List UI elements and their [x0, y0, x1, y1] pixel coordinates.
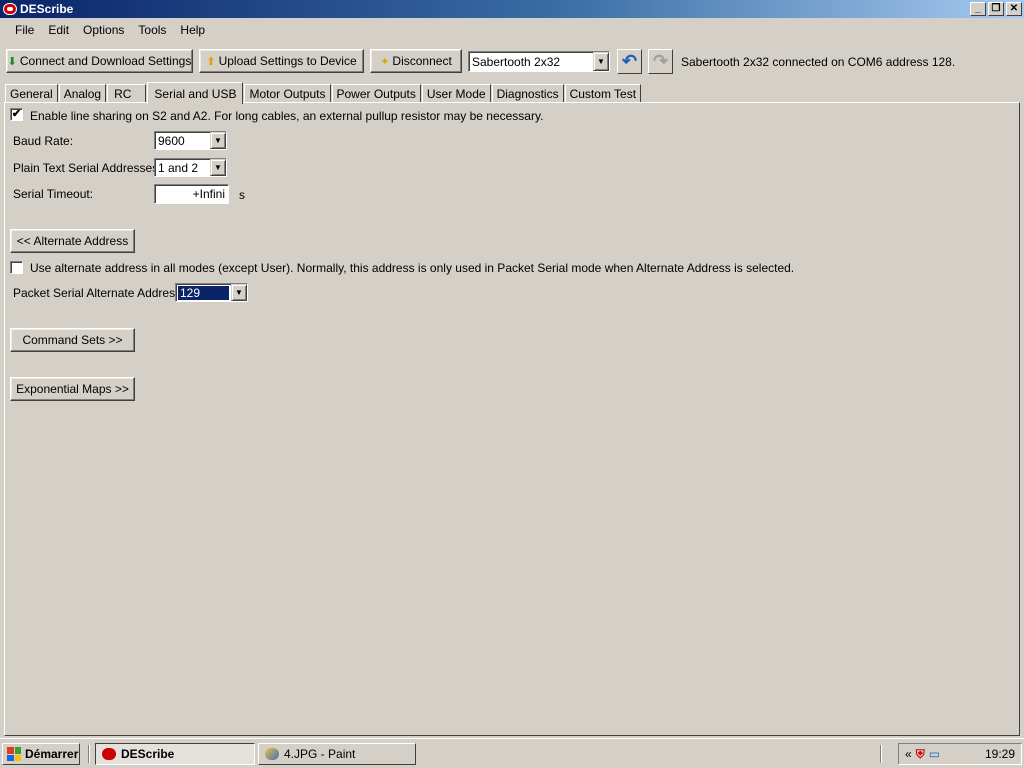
upload-arrow-icon: ⬆ [206, 55, 216, 68]
taskbar-item-paint[interactable]: 4.JPG - Paint [258, 743, 416, 765]
minimize-button[interactable]: _ [970, 2, 986, 16]
plain-text-addresses-select[interactable]: 1 and 2 ▼ [154, 158, 227, 177]
menu-edit[interactable]: Edit [41, 20, 76, 40]
menu-bar: File Edit Options Tools Help [0, 20, 1024, 40]
chevron-down-icon[interactable]: ▼ [593, 52, 609, 71]
taskbar: Démarrer DEScribe 4.JPG - Paint « ⛨ ▭ 19… [0, 738, 1024, 768]
packet-serial-alt-address-label: Packet Serial Alternate Address: [13, 286, 185, 300]
command-sets-label: Command Sets >> [22, 333, 123, 347]
line-sharing-label: Enable line sharing on S2 and A2. For lo… [30, 109, 544, 123]
tab-diagnostics[interactable]: Diagnostics [491, 84, 564, 103]
disconnect-label: Disconnect [392, 54, 452, 68]
restore-button[interactable]: ❐ [988, 2, 1004, 16]
upload-settings-label: Upload Settings to Device [218, 54, 357, 68]
monitor-icon[interactable]: ▭ [929, 747, 940, 761]
alternate-address-label: << Alternate Address [16, 234, 129, 248]
tab-analog[interactable]: Analog [58, 84, 107, 103]
disconnect-icon: ✦ [380, 55, 390, 68]
plain-text-addresses-value: 1 and 2 [158, 160, 199, 175]
serial-timeout-input[interactable]: +Infini [154, 184, 229, 204]
tab-power-outputs[interactable]: Power Outputs [331, 84, 421, 103]
device-select[interactable]: Sabertooth 2x32 ▼ [468, 51, 610, 72]
connection-status: Sabertooth 2x32 connected on COM6 addres… [681, 55, 956, 69]
connect-download-label: Connect and Download Settings [19, 54, 192, 68]
upload-settings-button[interactable]: ⬆ Upload Settings to Device [199, 49, 364, 73]
serial-timeout-unit: s [239, 188, 245, 202]
tab-strip: General Analog RC Serial and USB Motor O… [5, 82, 642, 104]
taskbar-item-describe[interactable]: DEScribe [95, 743, 255, 765]
taskbar-separator [88, 745, 90, 763]
line-sharing-checkbox[interactable]: ✔ [10, 108, 23, 121]
window-controls: _ ❐ ✕ [970, 2, 1022, 16]
tab-rc[interactable]: RC [107, 84, 147, 103]
packet-serial-alt-address-value: 129 [178, 285, 229, 300]
exponential-maps-button[interactable]: Exponential Maps >> [10, 377, 135, 401]
exponential-maps-label: Exponential Maps >> [16, 382, 129, 396]
tab-general[interactable]: General [5, 84, 58, 103]
close-button[interactable]: ✕ [1006, 2, 1022, 16]
window-title: DEScribe [20, 2, 74, 16]
plain-text-addresses-label: Plain Text Serial Addresses: [13, 161, 162, 175]
download-arrow-icon: ⬇ [7, 55, 17, 68]
disconnect-button[interactable]: ✦ Disconnect [370, 49, 462, 73]
title-bar: DEScribe _ ❐ ✕ [0, 0, 1024, 18]
menu-help[interactable]: Help [173, 20, 212, 40]
connect-download-button[interactable]: ⬇ Connect and Download Settings [6, 49, 193, 73]
windows-logo-icon [7, 747, 21, 761]
taskbar-item-label: DEScribe [121, 747, 175, 761]
app-logo-icon [102, 748, 116, 760]
start-button[interactable]: Démarrer [2, 743, 80, 765]
paint-icon [265, 748, 279, 760]
undo-button[interactable]: ↶ [617, 49, 642, 74]
tray-icons: « ⛨ ▭ [905, 747, 940, 762]
shield-icon[interactable]: ⛨ [916, 747, 925, 762]
packet-serial-alt-address-select[interactable]: 129 ▼ [175, 283, 248, 302]
serial-timeout-label: Serial Timeout: [13, 187, 94, 201]
menu-tools[interactable]: Tools [131, 20, 173, 40]
redo-button[interactable]: ↷ [648, 49, 673, 74]
chevron-down-icon[interactable]: ▼ [210, 159, 226, 176]
tab-user-mode[interactable]: User Mode [421, 84, 491, 103]
use-alternate-address-checkbox[interactable] [10, 261, 23, 274]
start-label: Démarrer [25, 747, 79, 761]
baud-rate-select[interactable]: 9600 ▼ [154, 131, 227, 150]
chevron-down-icon[interactable]: ▼ [210, 132, 226, 149]
baud-rate-value: 9600 [158, 133, 185, 148]
taskbar-item-label: 4.JPG - Paint [284, 747, 356, 761]
baud-rate-label: Baud Rate: [13, 134, 74, 148]
use-alternate-address-label: Use alternate address in all modes (exce… [30, 261, 795, 275]
system-tray: « ⛨ ▭ 19:29 [898, 743, 1022, 765]
undo-icon: ↶ [621, 51, 638, 71]
tab-custom-test[interactable]: Custom Test [564, 84, 642, 103]
clock: 19:29 [984, 747, 1015, 761]
tab-motor-outputs[interactable]: Motor Outputs [244, 84, 331, 103]
menu-options[interactable]: Options [76, 20, 131, 40]
chevron-down-icon[interactable]: ▼ [231, 284, 247, 301]
tab-serial-and-usb[interactable]: Serial and USB [147, 82, 244, 104]
taskbar-separator [880, 745, 882, 763]
alternate-address-button[interactable]: << Alternate Address [10, 229, 135, 253]
tray-expand-icon[interactable]: « [905, 747, 912, 761]
redo-icon: ↷ [652, 51, 669, 71]
command-sets-button[interactable]: Command Sets >> [10, 328, 135, 352]
menu-file[interactable]: File [8, 20, 41, 40]
app-logo-icon [3, 3, 17, 15]
device-select-value: Sabertooth 2x32 [472, 54, 561, 69]
